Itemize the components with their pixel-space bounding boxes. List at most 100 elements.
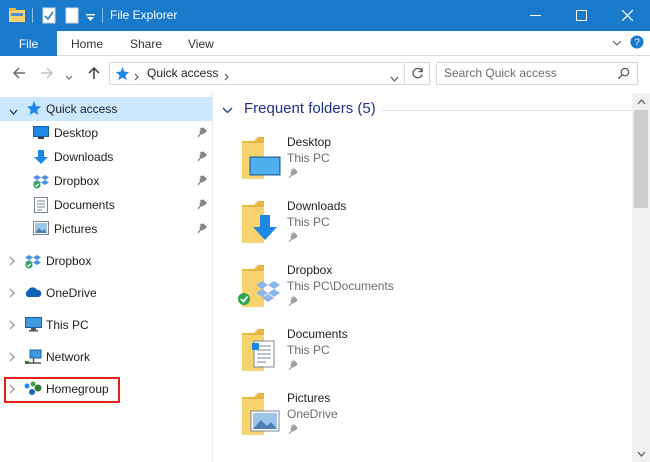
properties-icon[interactable] bbox=[42, 7, 56, 27]
expand-ribbon-icon[interactable] bbox=[612, 37, 622, 51]
chevron-down-icon[interactable] bbox=[222, 103, 233, 117]
desktop-icon bbox=[33, 125, 49, 143]
nav-item-this-pc[interactable]: This PC bbox=[0, 313, 212, 337]
nav-item-quick-access[interactable]: Quick access bbox=[0, 97, 212, 121]
nav-label: Pictures bbox=[54, 222, 98, 236]
address-row: Quick access Search Quick access bbox=[0, 57, 650, 91]
folder-name: Desktop bbox=[287, 135, 332, 149]
folder-name: Dropbox bbox=[287, 263, 333, 277]
nav-label: Network bbox=[46, 350, 91, 364]
dropbox-icon bbox=[25, 253, 41, 272]
breadcrumb[interactable]: Quick access bbox=[147, 66, 218, 80]
nav-item-documents[interactable]: Documents bbox=[0, 193, 212, 217]
nav-label: Documents bbox=[54, 198, 115, 212]
address-bar[interactable]: Quick access bbox=[109, 62, 430, 85]
nav-item-pictures[interactable]: Pictures bbox=[0, 217, 212, 241]
arrow-left-icon bbox=[12, 67, 25, 79]
highlight-box bbox=[4, 377, 120, 403]
navigation-pane: Quick access Desktop Downloads Dropbox D… bbox=[0, 93, 213, 462]
maximize-icon bbox=[575, 10, 587, 21]
this-pc-icon bbox=[25, 317, 42, 335]
pin-icon[interactable] bbox=[197, 175, 207, 189]
close-icon bbox=[621, 10, 633, 21]
scroll-up-button[interactable] bbox=[632, 93, 650, 110]
group-title: Frequent folders (5) bbox=[244, 100, 376, 117]
breadcrumb-separator-icon[interactable] bbox=[134, 70, 140, 84]
pin-icon[interactable] bbox=[197, 223, 207, 237]
tab-view[interactable]: View bbox=[188, 37, 214, 51]
folder-location: This PC bbox=[287, 151, 330, 165]
nav-label: Desktop bbox=[54, 126, 99, 140]
search-input[interactable]: Search Quick access bbox=[436, 62, 638, 85]
forward-button[interactable] bbox=[40, 66, 54, 83]
quick-access-star-icon bbox=[26, 100, 42, 119]
folder-tile-documents[interactable]: Documents This PC bbox=[238, 325, 498, 385]
tab-home[interactable]: Home bbox=[71, 37, 103, 51]
toolbar-separator bbox=[102, 8, 103, 23]
tab-file[interactable]: File bbox=[0, 31, 57, 56]
minimize-icon bbox=[529, 15, 541, 16]
search-placeholder: Search Quick access bbox=[444, 66, 557, 80]
help-icon[interactable]: ? bbox=[630, 35, 644, 52]
nav-item-onedrive[interactable]: OneDrive bbox=[0, 281, 212, 305]
maximize-button[interactable] bbox=[558, 0, 604, 31]
folder-location: OneDrive bbox=[287, 407, 338, 421]
search-icon[interactable] bbox=[617, 67, 630, 83]
refresh-button[interactable] bbox=[404, 62, 430, 85]
dropbox-icon bbox=[33, 173, 49, 192]
chevron-down-icon[interactable] bbox=[9, 105, 18, 119]
refresh-icon bbox=[412, 67, 423, 79]
pin-icon[interactable] bbox=[197, 151, 207, 165]
title-bar: File Explorer bbox=[0, 0, 650, 31]
folder-tile-downloads[interactable]: Downloads This PC bbox=[238, 197, 498, 257]
pictures-icon bbox=[33, 221, 49, 238]
customize-toolbar-dropdown-icon[interactable] bbox=[86, 11, 95, 25]
tab-share[interactable]: Share bbox=[130, 37, 162, 51]
back-button[interactable] bbox=[12, 66, 26, 83]
scroll-down-button[interactable] bbox=[632, 445, 650, 462]
folder-icon bbox=[238, 325, 284, 376]
arrow-up-icon bbox=[88, 66, 100, 79]
new-folder-icon[interactable] bbox=[65, 7, 79, 27]
folder-app-icon[interactable] bbox=[8, 7, 26, 26]
up-button[interactable] bbox=[87, 66, 101, 83]
chevron-right-icon[interactable] bbox=[9, 287, 15, 301]
folder-name: Documents bbox=[287, 327, 348, 341]
minimize-button[interactable] bbox=[512, 0, 558, 31]
chevron-right-icon[interactable] bbox=[9, 351, 15, 365]
chevron-right-icon[interactable] bbox=[9, 255, 15, 269]
nav-item-dropbox[interactable]: Dropbox bbox=[0, 169, 212, 193]
documents-icon bbox=[34, 197, 48, 216]
nav-item-network[interactable]: Network bbox=[0, 345, 212, 369]
pin-icon bbox=[288, 296, 298, 310]
folder-icon bbox=[238, 389, 284, 440]
pin-icon[interactable] bbox=[197, 127, 207, 141]
nav-label: Quick access bbox=[46, 102, 118, 116]
nav-item-dropbox-root[interactable]: Dropbox bbox=[0, 249, 212, 273]
breadcrumb-separator-icon[interactable] bbox=[224, 70, 230, 84]
folder-location: This PC bbox=[287, 343, 330, 357]
pin-icon bbox=[288, 424, 298, 438]
folder-name: Pictures bbox=[287, 391, 331, 405]
pin-icon bbox=[288, 360, 298, 374]
window-title: File Explorer bbox=[110, 8, 178, 22]
nav-item-desktop[interactable]: Desktop bbox=[0, 121, 212, 145]
recent-locations-button[interactable] bbox=[65, 70, 73, 84]
vertical-scrollbar[interactable] bbox=[632, 93, 650, 462]
toolbar-separator bbox=[32, 8, 33, 23]
nav-item-downloads[interactable]: Downloads bbox=[0, 145, 212, 169]
chevron-up-icon bbox=[637, 98, 645, 104]
network-icon bbox=[25, 349, 42, 368]
nav-label: Dropbox bbox=[46, 254, 92, 268]
folder-icon bbox=[238, 261, 284, 312]
chevron-right-icon[interactable] bbox=[9, 319, 15, 333]
close-button[interactable] bbox=[604, 0, 650, 31]
folder-tile-desktop[interactable]: Desktop This PC bbox=[238, 133, 498, 193]
folder-tile-dropbox[interactable]: Dropbox This PC\Documents bbox=[238, 261, 498, 321]
folder-location: This PC\Documents bbox=[287, 279, 394, 293]
folder-tile-pictures[interactable]: Pictures OneDrive bbox=[238, 389, 498, 449]
pin-icon[interactable] bbox=[197, 199, 207, 213]
nav-label: Dropbox bbox=[54, 174, 100, 188]
scrollbar-thumb[interactable] bbox=[634, 110, 648, 208]
address-dropdown-icon[interactable] bbox=[390, 71, 399, 85]
